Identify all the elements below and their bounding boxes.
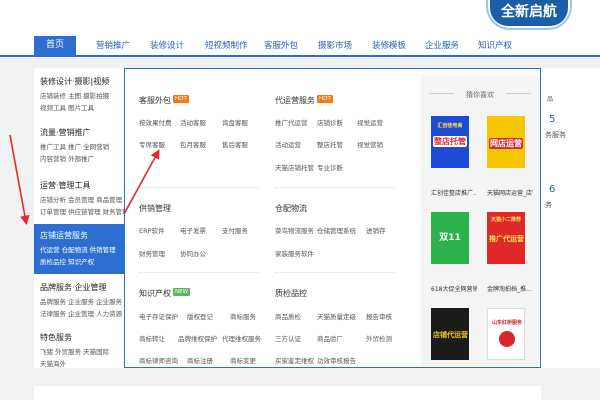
annotation-arrows — [9, 134, 160, 226]
arrow-to-panel — [123, 149, 160, 215]
arrow-to-active-category — [9, 134, 30, 226]
